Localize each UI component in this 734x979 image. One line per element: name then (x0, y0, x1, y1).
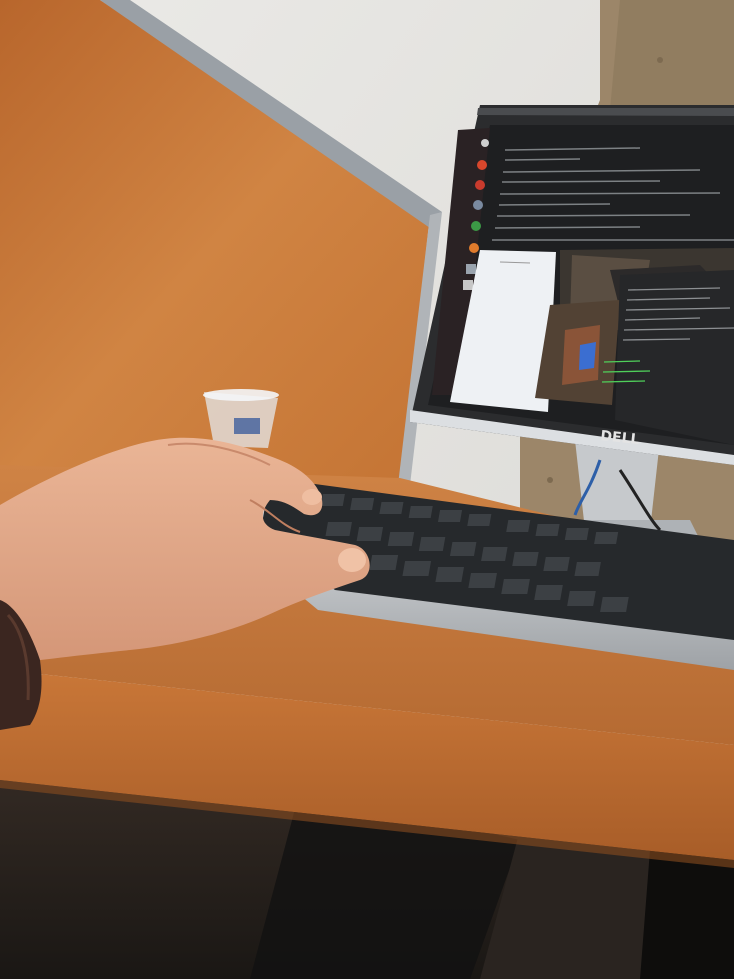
monitor-screen (428, 125, 734, 445)
launcher-app-icon (481, 139, 489, 147)
launcher-app-icon (466, 264, 476, 274)
launcher-app-icon (477, 160, 487, 170)
monitor: DELL (410, 105, 734, 465)
launcher-app-icon (473, 200, 483, 210)
launcher-app-icon (469, 243, 479, 253)
launcher-app-icon (463, 280, 473, 290)
plastic-cup (203, 389, 279, 448)
photo-scene: DELL (0, 0, 734, 979)
launcher-app-icon (471, 221, 481, 231)
launcher-app-icon (475, 180, 485, 190)
